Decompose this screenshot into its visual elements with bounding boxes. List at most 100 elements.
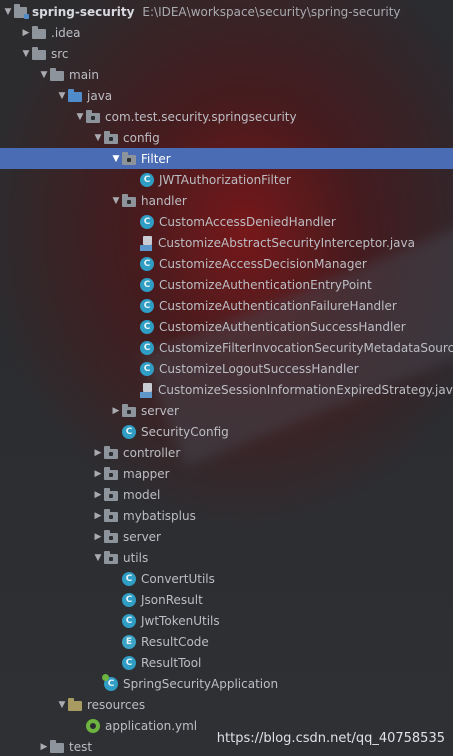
package-icon [104, 445, 118, 459]
tree-row-label: SecurityConfig [141, 424, 229, 439]
tree-row-class[interactable]: C CustomizeAuthenticationFailureHandler [0, 295, 453, 316]
folder-icon [32, 46, 46, 60]
tree-row-class[interactable]: C JwtTokenUtils [0, 610, 453, 631]
tree-row-label: CustomizeAccessDecisionManager [159, 256, 367, 271]
class-icon: C [140, 277, 154, 292]
tree-row-folder-src[interactable]: ▼ src [0, 43, 453, 64]
folder-icon [50, 739, 64, 753]
tree-row-label: com.test.security.springsecurity [105, 109, 297, 124]
tree-row-class[interactable]: C JsonResult [0, 589, 453, 610]
tree-row-label: config [123, 130, 160, 145]
tree-row-label: java [87, 88, 113, 103]
class-icon: C [140, 256, 154, 271]
tree-row-label: CustomizeAbstractSecurityInterceptor.jav… [158, 235, 415, 250]
tree-row-label: utils [123, 550, 149, 565]
class-icon: C [140, 340, 154, 355]
tree-row-spring-boot-class[interactable]: C SpringSecurityApplication [0, 673, 453, 694]
tree-row-class[interactable]: C CustomizeFilterInvocationSecurityMetad… [0, 337, 453, 358]
tree-row-class[interactable]: C JWTAuthorizationFilter [0, 169, 453, 190]
tree-row-package-config[interactable]: ▼ config [0, 127, 453, 148]
tree-row-class[interactable]: C CustomizeAuthenticationSuccessHandler [0, 316, 453, 337]
tree-row-package-filter[interactable]: ▼ Filter [0, 148, 453, 169]
folder-icon [32, 25, 46, 39]
tree-row-folder-idea[interactable]: ▶ .idea [0, 22, 453, 43]
tree-row-folder-java[interactable]: ▼ java [0, 85, 453, 106]
yml-file-icon [86, 718, 100, 733]
tree-row-label: handler [141, 193, 187, 208]
tree-row-package-handler[interactable]: ▼ handler [0, 190, 453, 211]
tree-row-label: CustomizeFilterInvocationSecurityMetadat… [159, 340, 453, 355]
tree-row-package-utils[interactable]: ▼ utils [0, 547, 453, 568]
class-icon: C [122, 655, 136, 670]
expand-arrow-icon[interactable]: ▼ [92, 127, 104, 148]
collapse-arrow-icon[interactable]: ▶ [92, 526, 104, 547]
expand-arrow-icon[interactable]: ▼ [110, 148, 122, 169]
tree-row-package-server[interactable]: ▶ server [0, 526, 453, 547]
collapse-arrow-icon[interactable]: ▶ [38, 736, 50, 756]
package-icon [104, 508, 118, 522]
class-icon: C [140, 319, 154, 334]
tree-row-label: spring-security [32, 4, 135, 19]
tree-row-package-mapper[interactable]: ▶ mapper [0, 463, 453, 484]
tree-row-class[interactable]: C SecurityConfig [0, 421, 453, 442]
collapse-arrow-icon[interactable]: ▶ [92, 505, 104, 526]
tree-row-folder-resources[interactable]: ▼ resources [0, 694, 453, 715]
tree-row-java-file[interactable]: CustomizeSessionInformationExpiredStrate… [0, 379, 453, 400]
tree-row-package-root[interactable]: ▼ com.test.security.springsecurity [0, 106, 453, 127]
tree-row-class[interactable]: C CustomAccessDeniedHandler [0, 211, 453, 232]
tree-row-class[interactable]: C CustomizeAccessDecisionManager [0, 253, 453, 274]
expand-arrow-icon[interactable]: ▼ [56, 694, 68, 715]
class-icon: C [140, 214, 154, 229]
enum-icon: E [122, 634, 136, 649]
tree-row-label: SpringSecurityApplication [123, 676, 279, 691]
tree-row-label: server [141, 403, 179, 418]
package-icon [122, 193, 136, 207]
tree-row-label: CustomizeAuthenticationEntryPoint [159, 277, 372, 292]
tree-row-label: model [123, 487, 161, 502]
tree-row-label: CustomAccessDeniedHandler [159, 214, 336, 229]
tree-row-package-mybatisplus[interactable]: ▶ mybatisplus [0, 505, 453, 526]
tree-row-package-controller[interactable]: ▶ controller [0, 442, 453, 463]
tree-row-label: .idea [51, 25, 81, 40]
tree-row-module-root[interactable]: ▼ spring-security E:\IDEA\workspace\secu… [0, 1, 453, 22]
class-icon: C [122, 571, 136, 586]
tree-row-label: application.yml [105, 718, 198, 733]
tree-row-class[interactable]: C ConvertUtils [0, 568, 453, 589]
resources-folder-icon [68, 697, 82, 711]
collapse-arrow-icon[interactable]: ▶ [92, 484, 104, 505]
source-folder-icon [68, 88, 82, 102]
tree-row-class[interactable]: C ResultTool [0, 652, 453, 673]
tree-row-enum[interactable]: E ResultCode [0, 631, 453, 652]
class-icon: C [122, 424, 136, 439]
collapse-arrow-icon[interactable]: ▶ [92, 463, 104, 484]
tree-row-label: JwtTokenUtils [141, 613, 220, 628]
expand-arrow-icon[interactable]: ▼ [38, 64, 50, 85]
collapse-arrow-icon[interactable]: ▶ [20, 22, 32, 43]
expand-arrow-icon[interactable]: ▼ [2, 1, 14, 22]
package-icon [86, 109, 100, 123]
tree-row-java-file[interactable]: CustomizeAbstractSecurityInterceptor.jav… [0, 232, 453, 253]
module-path: E:\IDEA\workspace\security\spring-securi… [142, 4, 401, 19]
collapse-arrow-icon[interactable]: ▶ [110, 400, 122, 421]
expand-arrow-icon[interactable]: ▼ [92, 547, 104, 568]
java-file-icon [140, 382, 153, 398]
tree-row-class[interactable]: C CustomizeAuthenticationEntryPoint [0, 274, 453, 295]
collapse-arrow-icon[interactable]: ▶ [92, 442, 104, 463]
tree-row-class[interactable]: C CustomizeLogoutSuccessHandler [0, 358, 453, 379]
expand-arrow-icon[interactable]: ▼ [20, 43, 32, 64]
tree-row-folder-main[interactable]: ▼ main [0, 64, 453, 85]
tree-row-label: main [69, 67, 99, 82]
tree-row-label: ResultTool [141, 655, 202, 670]
watermark-text: https://blog.csdn.net/qq_40758535 [216, 731, 445, 746]
tree-row-package-server[interactable]: ▶ server [0, 400, 453, 421]
package-icon [104, 529, 118, 543]
tree-row-package-model[interactable]: ▶ model [0, 484, 453, 505]
expand-arrow-icon[interactable]: ▼ [56, 85, 68, 106]
expand-arrow-icon[interactable]: ▼ [74, 106, 86, 127]
tree-row-label: resources [87, 697, 146, 712]
module-folder-icon [14, 4, 29, 19]
tree-row-label: Filter [141, 151, 171, 166]
expand-arrow-icon[interactable]: ▼ [110, 190, 122, 211]
package-icon [104, 130, 118, 144]
package-icon [104, 466, 118, 480]
